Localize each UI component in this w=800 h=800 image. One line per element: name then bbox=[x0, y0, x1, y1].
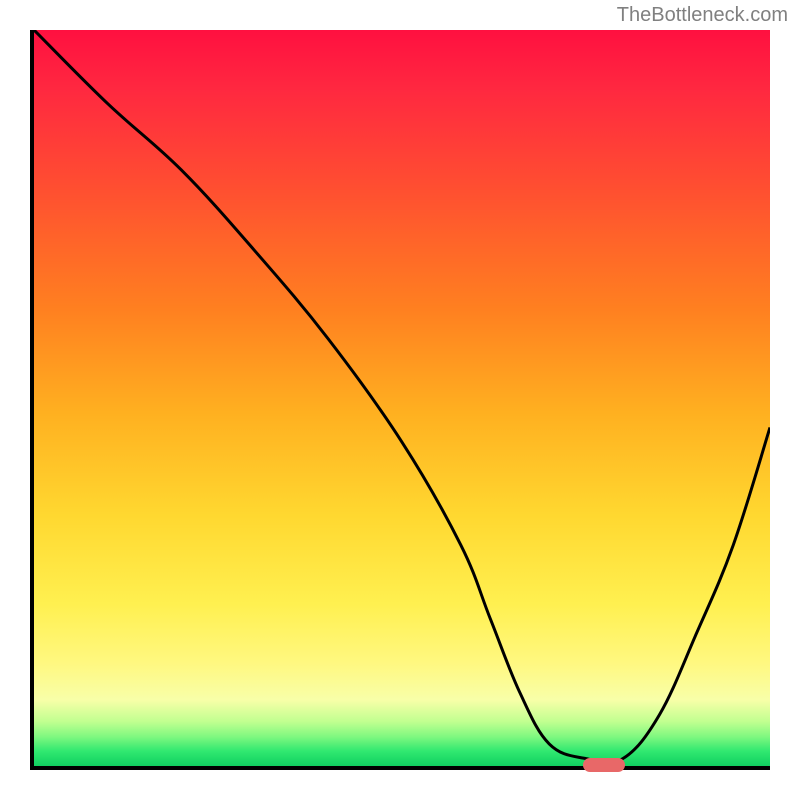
chart-container: TheBottleneck.com bbox=[0, 0, 800, 800]
optimum-marker bbox=[583, 758, 625, 772]
bottleneck-curve bbox=[34, 30, 770, 763]
watermark-text: TheBottleneck.com bbox=[617, 4, 788, 27]
curve-svg bbox=[34, 30, 770, 766]
plot-area bbox=[30, 30, 770, 770]
